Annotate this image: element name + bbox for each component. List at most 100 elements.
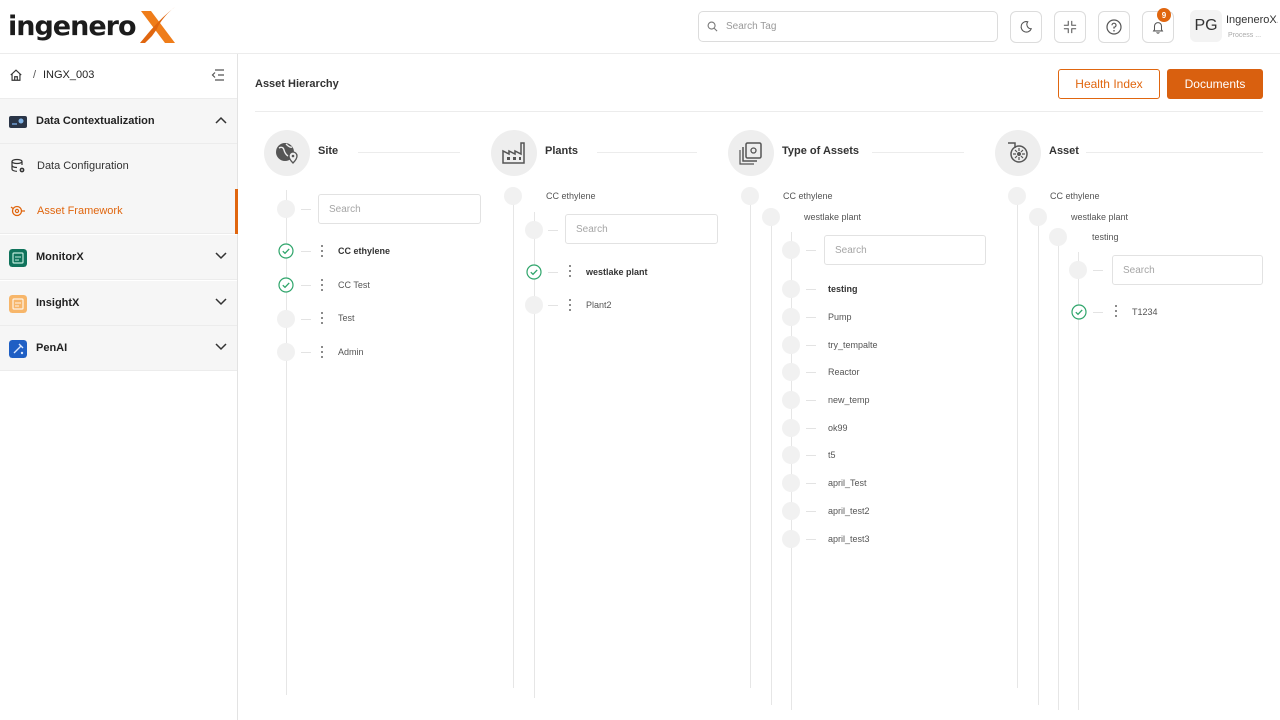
search-tag-input[interactable] xyxy=(726,21,976,32)
chevron-up-icon xyxy=(215,116,227,124)
moon-icon xyxy=(1020,21,1033,33)
tree-connector xyxy=(1078,252,1079,710)
asset-path-site[interactable]: CC ethylene xyxy=(1050,191,1100,201)
tree-branch xyxy=(806,511,816,512)
penai-icon xyxy=(9,340,27,358)
help-icon xyxy=(1106,19,1122,35)
user-menu[interactable]: PG IngeneroX... Process ... xyxy=(1190,10,1280,44)
tree-node-dot xyxy=(782,280,800,298)
monitorx-icon xyxy=(9,249,27,267)
types-search-input[interactable] xyxy=(824,235,986,265)
notifications-button[interactable]: 9 xyxy=(1142,8,1174,43)
site-column-icon xyxy=(264,130,310,176)
tree-branch xyxy=(806,289,816,290)
tree-node-dot xyxy=(782,502,800,520)
tree-branch xyxy=(806,372,816,373)
compressor-icon xyxy=(1008,142,1028,163)
more-options-icon[interactable] xyxy=(319,244,325,258)
asset-type-item[interactable]: Reactor xyxy=(828,367,860,377)
chevron-down-icon xyxy=(215,343,227,351)
ingenerox-logo[interactable]: ingenero xyxy=(8,4,179,48)
sidebar-section-data-contextualization[interactable]: Data Contextualization xyxy=(0,99,237,144)
breadcrumb: / INGX_003 xyxy=(0,54,237,99)
column-rule xyxy=(358,152,460,153)
check-circle-icon[interactable] xyxy=(526,264,542,280)
more-options-icon[interactable] xyxy=(567,264,573,278)
tag-search[interactable] xyxy=(698,11,998,42)
tree-connector xyxy=(513,190,514,688)
asset-path-type[interactable]: testing xyxy=(1092,232,1119,242)
plants-column-icon xyxy=(491,130,537,176)
plants-search-input[interactable] xyxy=(565,214,718,244)
check-circle-icon[interactable] xyxy=(1071,304,1087,320)
more-options-icon[interactable] xyxy=(1113,304,1119,318)
asset-item[interactable]: T1234 xyxy=(1132,307,1158,317)
sidebar-item-data-configuration[interactable]: Data Configuration xyxy=(0,144,237,189)
asset-type-item[interactable]: april_test2 xyxy=(828,506,870,516)
sidebar-section-insightx[interactable]: InsightX xyxy=(0,281,237,326)
check-circle-icon[interactable] xyxy=(278,277,294,293)
tree-node-dot xyxy=(782,474,800,492)
asset-framework-icon xyxy=(10,205,25,217)
column-rule xyxy=(1086,152,1263,153)
site-item[interactable]: CC Test xyxy=(338,280,370,290)
tree-branch xyxy=(548,272,558,273)
plants-path-site[interactable]: CC ethylene xyxy=(546,191,596,201)
tree-node-dot xyxy=(741,187,759,205)
tree-connector xyxy=(286,190,287,695)
asset-type-item[interactable]: new_temp xyxy=(828,395,870,405)
collapse-sidebar-icon[interactable] xyxy=(211,69,225,81)
tree-node-dot xyxy=(277,343,295,361)
documents-button[interactable]: Documents xyxy=(1167,69,1263,99)
tree-branch xyxy=(806,400,816,401)
home-icon[interactable] xyxy=(9,68,23,82)
breadcrumb-current[interactable]: INGX_003 xyxy=(43,69,94,81)
asset-type-item[interactable]: april_Test xyxy=(828,478,867,488)
tree-node-dot xyxy=(277,310,295,328)
more-options-icon[interactable] xyxy=(319,278,325,292)
sidebar-section-penai[interactable]: PenAI xyxy=(0,326,237,371)
help-button[interactable] xyxy=(1098,11,1130,43)
logo-x-mark xyxy=(139,7,175,43)
asset-type-item[interactable]: ok99 xyxy=(828,423,848,433)
types-path-site[interactable]: CC ethylene xyxy=(783,191,833,201)
more-options-icon[interactable] xyxy=(319,311,325,325)
check-circle-icon[interactable] xyxy=(278,243,294,259)
plant-item[interactable]: Plant2 xyxy=(586,300,612,310)
tree-node-dot xyxy=(782,241,800,259)
types-path-plant[interactable]: westlake plant xyxy=(804,212,861,222)
sidebar: / INGX_003 Data Contextualization Data C… xyxy=(0,54,238,720)
asset-type-item[interactable]: april_test3 xyxy=(828,534,870,544)
more-options-icon[interactable] xyxy=(319,345,325,359)
column-rule xyxy=(872,152,964,153)
fullscreen-button[interactable] xyxy=(1054,11,1086,43)
site-item[interactable]: Admin xyxy=(338,347,364,357)
asset-type-item[interactable]: t5 xyxy=(828,450,836,460)
site-search-input[interactable] xyxy=(318,194,481,224)
data-context-icon xyxy=(9,116,27,128)
asset-path-plant[interactable]: westlake plant xyxy=(1071,212,1128,222)
bell-icon xyxy=(1152,22,1164,34)
health-index-button[interactable]: Health Index xyxy=(1058,69,1160,99)
tree-branch xyxy=(806,483,816,484)
tree-node-dot xyxy=(782,391,800,409)
tree-node-dot xyxy=(1049,228,1067,246)
tree-branch xyxy=(301,285,311,286)
more-options-icon[interactable] xyxy=(567,298,573,312)
tree-node-dot xyxy=(277,200,295,218)
asset-type-item[interactable]: Pump xyxy=(828,312,852,322)
asset-type-item[interactable]: try_tempalte xyxy=(828,340,878,350)
tree-branch xyxy=(806,250,816,251)
site-item[interactable]: CC ethylene xyxy=(338,246,390,256)
asset-search-input[interactable] xyxy=(1112,255,1263,285)
tree-branch xyxy=(1093,312,1103,313)
site-column-title: Site xyxy=(318,145,339,157)
site-item[interactable]: Test xyxy=(338,313,355,323)
tree-branch xyxy=(548,230,558,231)
sidebar-section-monitorx[interactable]: MonitorX xyxy=(0,235,237,280)
logo-text: ingenero xyxy=(8,10,137,42)
theme-toggle-button[interactable] xyxy=(1010,11,1042,43)
sidebar-item-asset-framework[interactable]: Asset Framework xyxy=(0,189,238,234)
plant-item[interactable]: westlake plant xyxy=(586,267,648,277)
asset-type-item[interactable]: testing xyxy=(828,284,858,294)
